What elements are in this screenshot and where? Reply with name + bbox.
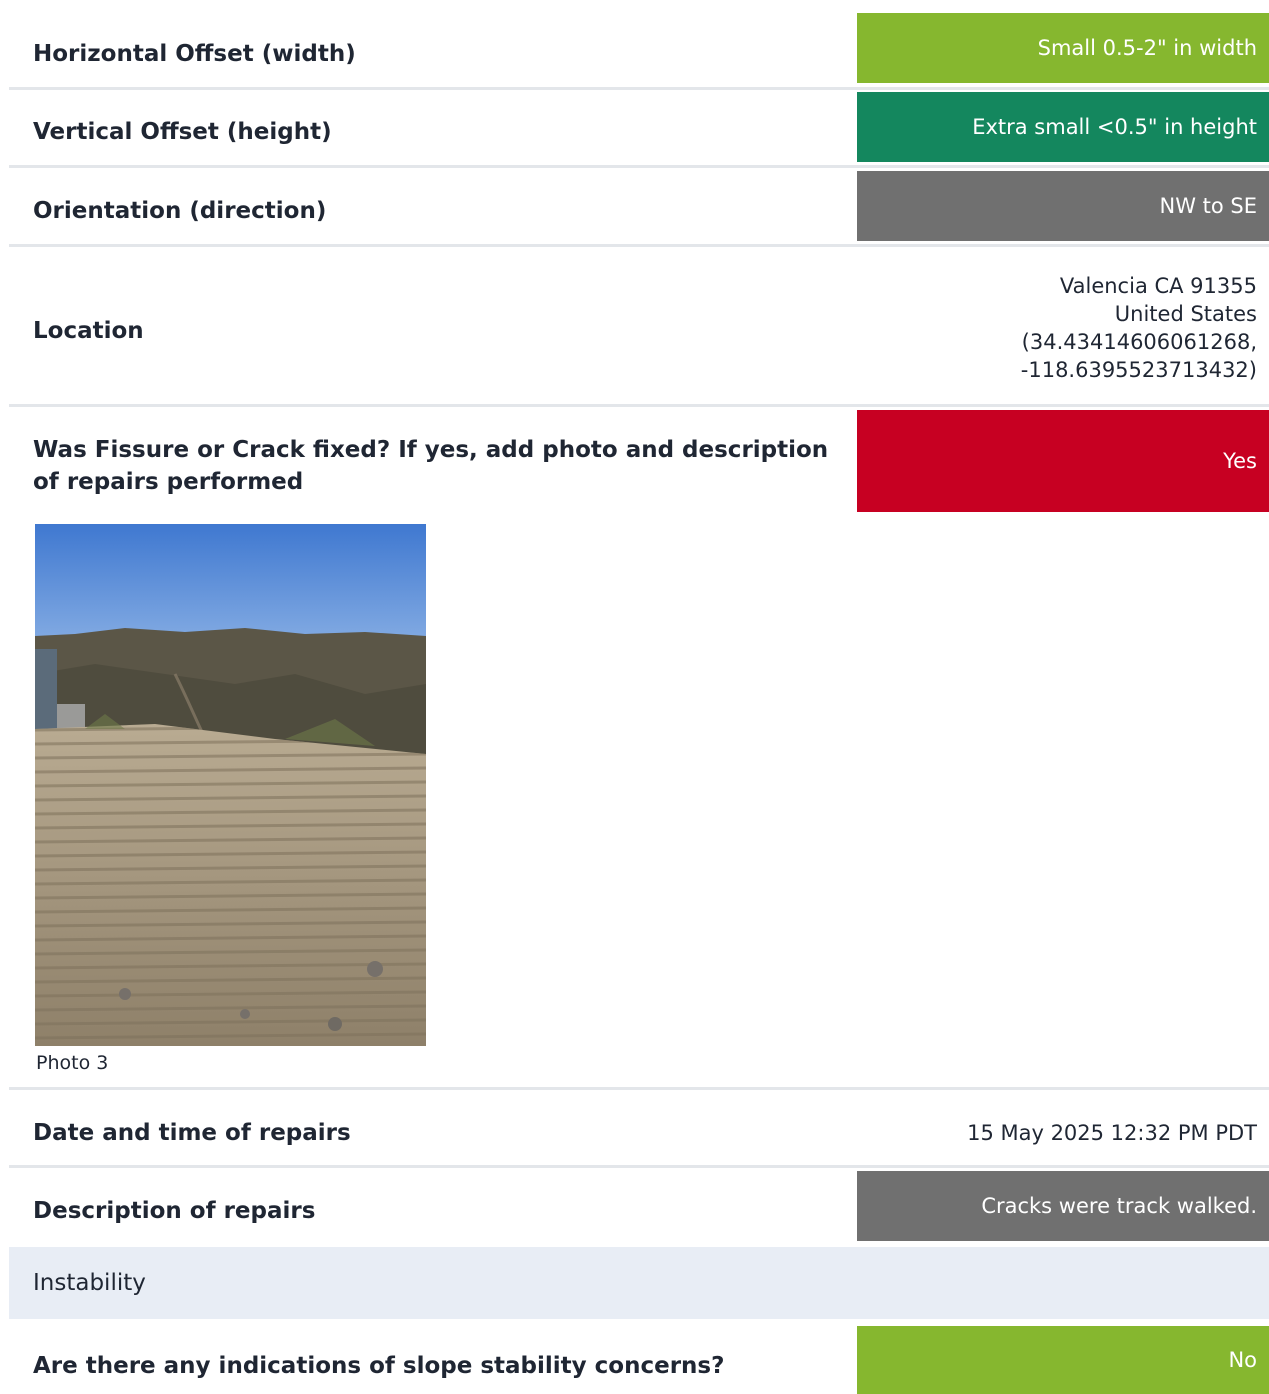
date-of-repairs-value: 15 May 2025 12:32 PM PDT	[967, 1121, 1257, 1145]
orientation-row: Orientation (direction) NW to SE	[9, 171, 1269, 241]
divider	[9, 1087, 1269, 1090]
fissure-fixed-label-line2: of repairs performed	[33, 469, 304, 495]
slope-stability-value: No	[857, 1326, 1269, 1394]
photo-caption: Photo 3	[36, 1052, 109, 1074]
divider	[9, 1165, 1269, 1168]
location-line-lat: (34.43414606061268,	[1021, 330, 1257, 354]
horizontal-offset-label: Horizontal Offset (width)	[33, 41, 356, 67]
slope-stability-label: Are there any indications of slope stabi…	[33, 1353, 725, 1379]
fissure-fixed-label: Was Fissure or Crack fixed? If yes, add …	[33, 434, 853, 498]
slope-stability-row: Are there any indications of slope stabi…	[9, 1326, 1269, 1394]
description-value: Cracks were track walked.	[857, 1171, 1269, 1241]
location-label: Location	[33, 318, 144, 344]
section-title: Instability	[33, 1270, 146, 1296]
section-header-instability: Instability	[9, 1247, 1269, 1319]
description-row: Description of repairs Cracks were track…	[9, 1171, 1269, 1241]
date-of-repairs-row: Date and time of repairs 15 May 2025 12:…	[9, 1093, 1269, 1163]
description-label: Description of repairs	[33, 1198, 316, 1224]
orientation-label: Orientation (direction)	[33, 198, 327, 224]
fissure-fixed-row: Was Fissure or Crack fixed? If yes, add …	[9, 410, 1269, 512]
repair-photo[interactable]	[35, 524, 426, 1046]
location-line-country: United States	[1114, 302, 1257, 326]
horizontal-offset-value: Small 0.5-2" in width	[857, 13, 1269, 83]
orientation-value: NW to SE	[857, 171, 1269, 241]
divider	[9, 165, 1269, 168]
vertical-offset-row: Vertical Offset (height) Extra small <0.…	[9, 92, 1269, 162]
divider	[9, 404, 1269, 407]
horizontal-offset-row: Horizontal Offset (width) Small 0.5-2" i…	[9, 13, 1269, 83]
location-row: Location Valencia CA 91355 United States…	[9, 250, 1269, 402]
location-line-lng: -118.6395523713432)	[1020, 358, 1257, 382]
fissure-fixed-label-line1: Was Fissure or Crack fixed? If yes, add …	[33, 437, 829, 463]
divider	[9, 244, 1269, 247]
location-line-city: Valencia CA 91355	[1059, 274, 1257, 298]
location-value: Valencia CA 91355 United States (34.4341…	[1021, 272, 1257, 384]
vertical-offset-label: Vertical Offset (height)	[33, 119, 332, 145]
fissure-fixed-value: Yes	[857, 410, 1269, 512]
divider	[9, 87, 1269, 90]
vertical-offset-value: Extra small <0.5" in height	[857, 92, 1269, 162]
date-of-repairs-label: Date and time of repairs	[33, 1120, 351, 1146]
